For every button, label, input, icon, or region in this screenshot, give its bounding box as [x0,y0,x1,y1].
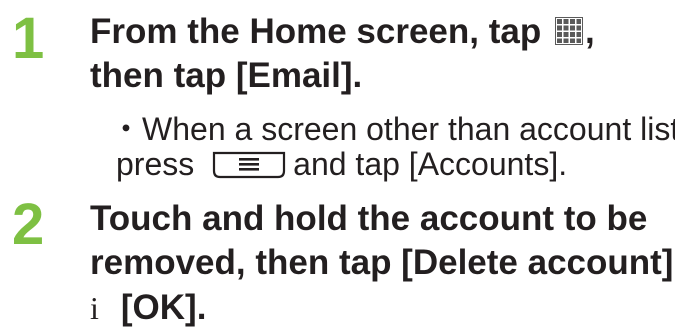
step-1-line-1: From the Home screen, tap , [90,12,595,52]
menu-key-icon [213,151,286,179]
step-2-ok-text: [OK]. [120,288,207,327]
step-1-note-line-1: ・When a screen other than account list, [110,104,675,150]
step-number: 2 [12,192,45,257]
note-text-press: press [116,146,204,182]
step-2-line-1: Touch and hold the account to be [90,199,648,238]
note-text-accounts: and tap [Accounts]. [293,146,568,182]
step-1-comma: , [584,12,595,51]
step-2-line-2: removed, then tap [Delete account] [90,243,674,282]
arrow-glyph: i [90,290,99,326]
step-2-line-3: i [OK]. [90,288,206,328]
apps-grid-icon [554,17,583,45]
note-bullet: ・ [110,111,143,147]
step-1-line-2: then tap [Email]. [90,56,363,95]
step-1-note-line-2: press and tap [Accounts]. [116,146,567,183]
note-text: When a screen other than account list, [142,111,675,147]
step-number: 1 [12,6,45,71]
step-1-text: From the Home screen, tap [90,12,551,51]
